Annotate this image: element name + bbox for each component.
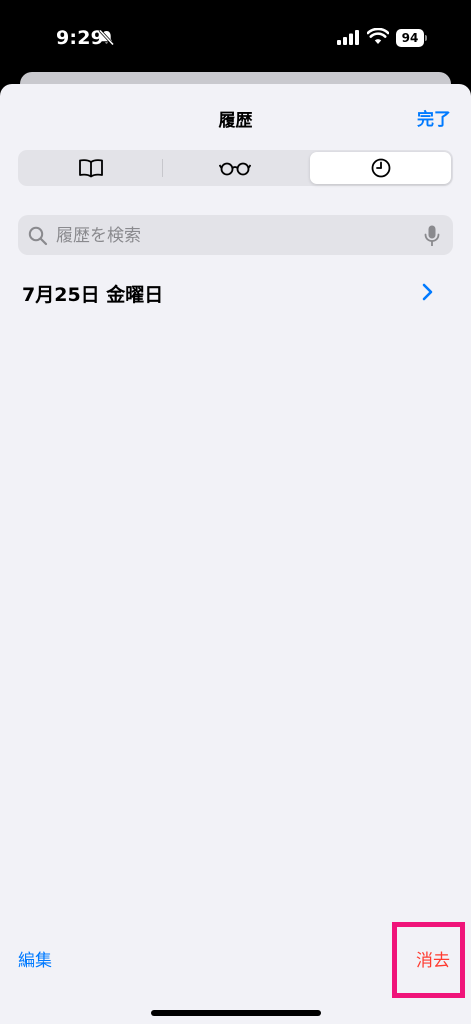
wifi-icon [367, 28, 389, 44]
segmented-control [18, 150, 453, 186]
battery-level: 94 [396, 29, 424, 47]
tab-reading-list[interactable] [164, 152, 305, 184]
home-indicator [151, 1010, 321, 1016]
clock-icon [371, 158, 390, 178]
battery-tip [425, 35, 427, 41]
chevron-right-icon [422, 283, 433, 301]
done-button[interactable]: 完了 [417, 105, 451, 130]
history-date-label: 7月25日 金曜日 [22, 284, 164, 306]
status-time: 9:29 [56, 27, 105, 49]
battery-icon: 94 [396, 29, 427, 47]
status-bar: 9:29 94 [0, 0, 471, 62]
book-icon [78, 159, 103, 178]
segment-divider [162, 159, 163, 177]
search-icon [28, 226, 48, 246]
clear-button[interactable]: 消去 [416, 946, 450, 971]
edit-button[interactable]: 編集 [18, 946, 52, 971]
bell-slash-icon [98, 29, 115, 46]
tab-history[interactable] [310, 152, 451, 184]
history-sheet: 履歴 完了 履歴を検索 7月25日 金曜日 編集 消去 [0, 84, 471, 1024]
history-section-row[interactable]: 7月25日 金曜日 [0, 270, 471, 314]
search-input[interactable] [54, 215, 418, 257]
page-title: 履歴 [218, 111, 253, 131]
tab-bookmarks[interactable] [20, 152, 161, 184]
microphone-icon[interactable] [423, 224, 441, 248]
search-field[interactable] [18, 215, 453, 257]
glasses-icon [218, 162, 251, 176]
signal-icon [337, 30, 359, 45]
